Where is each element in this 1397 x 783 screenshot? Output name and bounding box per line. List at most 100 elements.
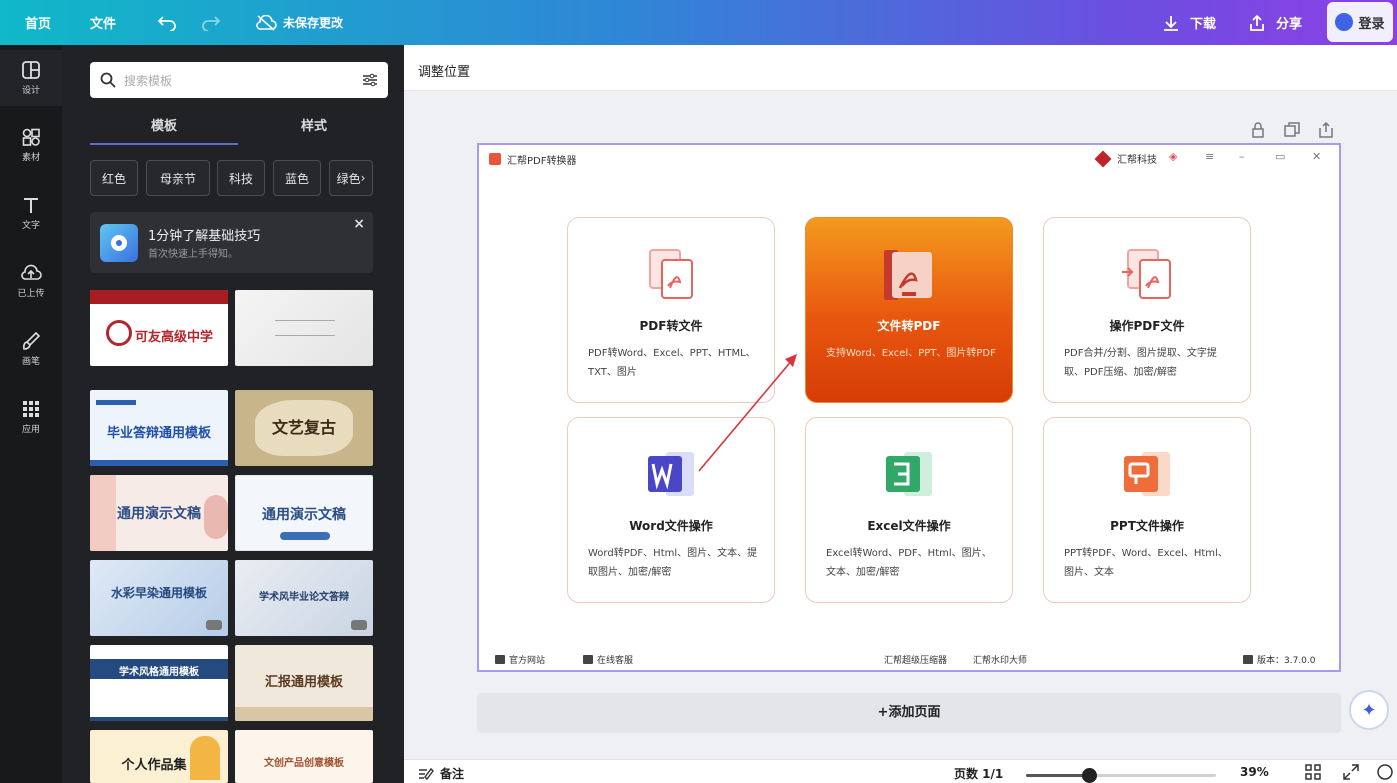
chip-tech[interactable]: 科技 bbox=[217, 160, 265, 196]
template-thumb[interactable]: 毕业答辩通用模板 bbox=[90, 390, 228, 466]
rail-item-design[interactable]: 设计 bbox=[0, 50, 62, 106]
card-title: PPT文件操作 bbox=[1110, 519, 1184, 533]
card-file-to-pdf[interactable]: 文件转PDF 支持Word、Excel、PPT、图片转PDF bbox=[805, 217, 1013, 403]
rail-label: 文字 bbox=[21, 221, 40, 231]
tip-card[interactable]: 1分钟了解基础技巧 首次快速上手得知。 × bbox=[90, 212, 373, 273]
card-title: 文件转PDF bbox=[877, 319, 941, 333]
brand: 汇帮科技 bbox=[1094, 150, 1157, 167]
menu-icon[interactable]: ≡ bbox=[1205, 150, 1214, 163]
word-icon bbox=[648, 452, 694, 496]
notes-button[interactable]: 备注 bbox=[418, 765, 464, 782]
page-counter[interactable]: 页数 1/1 bbox=[954, 765, 1003, 782]
template-thumb[interactable]: 学术风格通用模板 bbox=[90, 645, 228, 721]
help-icon[interactable] bbox=[1376, 763, 1394, 781]
footer-link-compressor[interactable]: 汇帮超级压缩器 bbox=[884, 653, 947, 666]
rail-item-upload[interactable]: 已上传 bbox=[0, 253, 62, 309]
file-menu[interactable]: 文件 bbox=[90, 0, 116, 45]
template-thumb[interactable]: 可友高级中学 bbox=[90, 290, 228, 366]
thumb-title: 通用演示文稿 bbox=[262, 507, 346, 523]
card-pdf-to-file[interactable]: PDF转文件 PDF转Word、Excel、PPT、HTML、TXT、图片 bbox=[567, 217, 775, 403]
tab-styles[interactable]: 样式 bbox=[240, 115, 388, 145]
share-label: 分享 bbox=[1276, 17, 1303, 32]
brush-icon bbox=[23, 331, 41, 350]
elements-icon bbox=[22, 128, 40, 146]
minimize-icon[interactable]: – bbox=[1239, 150, 1245, 163]
footer-service[interactable]: 在线客服 bbox=[583, 653, 633, 666]
tip-subtitle: 首次快速上手得知。 bbox=[148, 249, 238, 260]
download-label: 下载 bbox=[1190, 17, 1217, 32]
footer-website[interactable]: 官方网站 bbox=[495, 653, 545, 666]
redo-button[interactable] bbox=[200, 0, 222, 45]
ppt-icon bbox=[1124, 452, 1170, 496]
lock-icon[interactable] bbox=[1247, 119, 1269, 141]
rail-item-brush[interactable]: 画笔 bbox=[0, 321, 62, 377]
template-thumb[interactable]: 汇报通用模板 bbox=[235, 645, 373, 721]
home-icon bbox=[495, 655, 505, 664]
save-status[interactable]: 未保存更改 bbox=[255, 0, 343, 45]
chip-green[interactable]: 绿色 › bbox=[329, 160, 373, 196]
download-button[interactable]: 下载 bbox=[1160, 0, 1216, 45]
card-ppt[interactable]: PPT文件操作 PPT转PDF、Word、Excel、Html、图片、文本 bbox=[1043, 417, 1251, 603]
pdf-operate-icon bbox=[1122, 249, 1171, 299]
fullscreen-icon[interactable] bbox=[1342, 763, 1360, 781]
home-menu[interactable]: 首页 bbox=[25, 0, 51, 45]
template-panel: 搜索模板 模板 样式 红色 母亲节 科技 蓝色 绿色 › 1分钟了解基础技巧 首次… bbox=[62, 45, 459, 783]
template-thumb[interactable]: 学术风毕业论文答辩 bbox=[235, 560, 373, 636]
grid-view-icon[interactable] bbox=[1304, 763, 1322, 781]
template-thumb[interactable] bbox=[235, 290, 373, 366]
template-thumb[interactable]: 个人作品集 bbox=[90, 730, 228, 783]
add-page-button[interactable]: +添加页面 bbox=[477, 693, 1341, 733]
card-word[interactable]: Word文件操作 Word转PDF、Html、图片、文本、提取图片、加密/解密 bbox=[567, 417, 775, 603]
chip-blue[interactable]: 蓝色 bbox=[273, 160, 321, 196]
zoom-slider-knob[interactable] bbox=[1081, 768, 1097, 783]
rail-item-elements[interactable]: 素材 bbox=[0, 117, 62, 173]
text-icon bbox=[24, 198, 38, 213]
close-icon[interactable]: × bbox=[353, 216, 365, 232]
export-icon[interactable] bbox=[1315, 119, 1337, 141]
thumb-title: 汇报通用模板 bbox=[264, 675, 343, 690]
tab-templates[interactable]: 模板 bbox=[90, 115, 238, 145]
cloud-off-icon bbox=[255, 12, 277, 34]
pdf-convert-icon bbox=[649, 249, 693, 299]
avatar bbox=[1335, 13, 1354, 31]
template-thumb[interactable]: 水彩早染通用模板 bbox=[90, 560, 228, 636]
template-thumb[interactable]: 通用演示文稿 bbox=[235, 475, 373, 551]
close-icon[interactable]: ✕ bbox=[1312, 150, 1321, 163]
thumb-title: 学术风毕业论文答辩 bbox=[259, 592, 349, 603]
template-thumb[interactable]: 文艺复古 bbox=[235, 390, 373, 466]
template-search[interactable]: 搜索模板 bbox=[90, 62, 388, 98]
thumb-title: 通用演示文稿 bbox=[117, 506, 201, 522]
location-icon: ◈ bbox=[1169, 150, 1178, 163]
card-title: Excel文件操作 bbox=[867, 519, 951, 533]
app-logo-icon bbox=[489, 153, 501, 165]
login-button[interactable]: 登录 bbox=[1327, 2, 1393, 42]
card-operate-pdf[interactable]: 操作PDF文件 PDF合并/分割、图片提取、文字提取、PDF压缩、加密/解密 bbox=[1043, 217, 1251, 403]
duplicate-icon[interactable] bbox=[1281, 119, 1303, 141]
card-excel[interactable]: Excel文件操作 Excel转Word、PDF、Html、图片、文本、加密/解… bbox=[805, 417, 1013, 603]
brand-label: 汇帮科技 bbox=[1117, 155, 1157, 166]
maximize-icon[interactable]: ▭ bbox=[1275, 150, 1285, 163]
filter-icon[interactable] bbox=[362, 72, 378, 88]
zoom-slider[interactable] bbox=[1026, 768, 1216, 783]
thumb-title: 个人作品集 bbox=[121, 758, 187, 773]
template-thumb[interactable]: 文创产品创意模板 bbox=[235, 730, 373, 783]
rail-item-apps[interactable]: 应用 bbox=[0, 389, 62, 445]
top-bar: 首页 文件 未保存更改 下载 分享 登录 bbox=[0, 0, 1397, 45]
share-button[interactable]: 分享 bbox=[1246, 0, 1302, 45]
thumb-title: 可友高级中学 bbox=[134, 330, 213, 345]
design-canvas[interactable]: 汇帮PDF转换器 汇帮科技 ◈ ≡ – ▭ ✕ PDF转文件 PDF转Word、… bbox=[477, 143, 1341, 672]
rail-item-text[interactable]: 文字 bbox=[0, 185, 62, 241]
card-description: Word转PDF、Html、图片、文本、提取图片、加密/解密 bbox=[588, 548, 758, 578]
footer-link-watermark[interactable]: 汇帮水印大师 bbox=[973, 653, 1027, 666]
card-description: Excel转Word、PDF、Html、图片、文本、加密/解密 bbox=[826, 548, 992, 578]
zoom-level[interactable]: 39% bbox=[1240, 765, 1269, 779]
footer-service-label: 在线客服 bbox=[597, 656, 634, 666]
chip-mothers-day[interactable]: 母亲节 bbox=[146, 160, 210, 196]
search-input[interactable]: 搜索模板 bbox=[124, 72, 362, 89]
design-icon bbox=[22, 61, 40, 79]
undo-button[interactable] bbox=[156, 0, 178, 45]
chip-red[interactable]: 红色 bbox=[90, 160, 138, 196]
magic-assistant-button[interactable]: ✦ bbox=[1349, 690, 1389, 730]
redo-icon bbox=[200, 12, 222, 34]
template-thumb[interactable]: 通用演示文稿 bbox=[90, 475, 228, 551]
